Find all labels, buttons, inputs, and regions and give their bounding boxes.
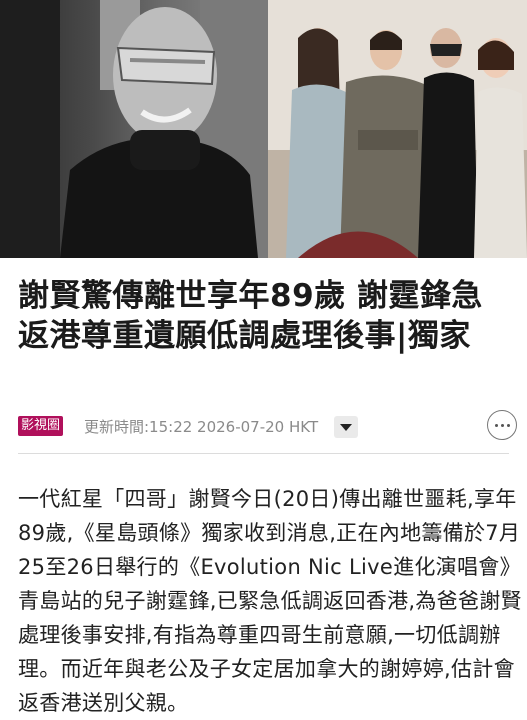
- article-headline: 謝賢驚傳離世享年89歲 謝霆鋒急返港尊重遺願低調處理後事|獨家: [18, 278, 483, 354]
- category-tag[interactable]: 影視圈: [18, 416, 64, 436]
- more-options-icon: [494, 423, 498, 427]
- hero-photo-portrait: [0, 0, 268, 258]
- article-body: 一代紅星「四哥」謝賢今日(20日)傳出離世噩耗,享年89歲,《星島頭條》獨家收到…: [18, 487, 522, 715]
- hero-image: [0, 0, 527, 258]
- dropdown-button[interactable]: [334, 416, 358, 438]
- caret-down-icon: [340, 423, 352, 431]
- more-options-button[interactable]: [487, 410, 517, 440]
- updated-time: 更新時間:15:22 2026-07-20 HKT: [84, 418, 319, 436]
- divider: [18, 453, 509, 454]
- hero-photo-group: [268, 0, 527, 258]
- article-meta: 影視圈 更新時間:15:22 2026-07-20 HKT: [18, 410, 517, 440]
